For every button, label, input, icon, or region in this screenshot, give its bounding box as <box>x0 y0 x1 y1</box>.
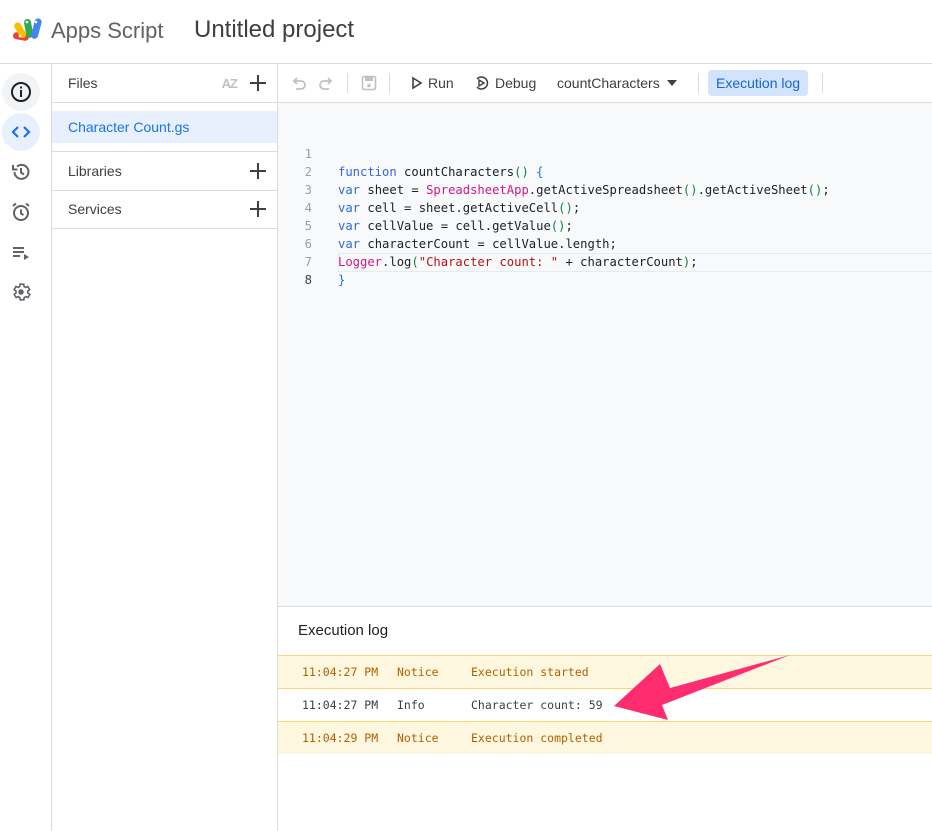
log-row: 11:04:27 PM Notice Execution started <box>278 656 932 688</box>
code-editor[interactable]: 1 function countCharacters() { 2 var she… <box>278 103 932 607</box>
undo-icon <box>292 77 306 90</box>
save-icon <box>361 75 377 91</box>
apps-script-logo-icon <box>12 18 42 41</box>
rail-triggers-button[interactable] <box>2 193 40 231</box>
debug-label: Debug <box>495 75 537 91</box>
rail-editor-button[interactable] <box>2 113 40 151</box>
playlist-play-icon <box>13 247 29 260</box>
redo-icon <box>319 77 333 90</box>
function-select-value: countCharacters <box>557 75 660 91</box>
execution-log-title: Execution log <box>298 622 389 639</box>
run-button[interactable]: Run <box>411 64 454 102</box>
save-button[interactable] <box>360 64 378 102</box>
execution-log-button[interactable]: Execution log <box>708 70 809 96</box>
code-line: 5 var characterCount = cellValue.length; <box>278 199 932 251</box>
log-message: Character count: 59 <box>471 698 603 712</box>
rail-overview-button[interactable] <box>2 73 40 111</box>
redo-button[interactable] <box>317 64 335 102</box>
line-number: 8 <box>304 273 312 287</box>
execution-log-panel: Execution log 11:04:27 PM Notice Executi… <box>278 607 932 831</box>
files-label: Files <box>68 75 98 91</box>
rail-executions-button[interactable] <box>2 233 40 271</box>
function-select[interactable]: countCharacters <box>557 64 678 102</box>
code-line: 4 var cellValue = cell.getValue(); <box>278 181 932 233</box>
code-line: 6 Logger.log("Character count: " + chara… <box>278 217 932 269</box>
toolbar-divider <box>698 73 699 93</box>
project-title[interactable]: Untitled project <box>194 16 354 44</box>
undo-button[interactable] <box>290 64 308 102</box>
services-label: Services <box>68 201 122 217</box>
code-line: 1 function countCharacters() { <box>278 127 932 179</box>
services-row: Services <box>52 190 277 229</box>
log-row: 11:04:29 PM Notice Execution completed <box>278 722 932 754</box>
log-message: Execution started <box>471 665 589 679</box>
history-icon <box>12 163 30 180</box>
plus-icon <box>250 75 266 91</box>
log-time: 11:04:27 PM <box>302 665 379 679</box>
toolbar-divider <box>389 73 390 93</box>
files-panel: Files AZ Character Count.gs Libraries Se… <box>52 64 278 831</box>
rail-history-button[interactable] <box>2 153 40 191</box>
code-line: 3 var cell = sheet.getActiveCell(); <box>278 163 932 215</box>
file-name: Character Count.gs <box>68 119 190 135</box>
libraries-label: Libraries <box>68 163 122 179</box>
editor-toolbar: Run Debug countCharacters Execution log <box>278 64 932 103</box>
file-item-character-count[interactable]: Character Count.gs <box>52 111 277 143</box>
app-name: Apps Script <box>51 18 164 43</box>
plus-icon <box>250 201 266 217</box>
log-level: Notice <box>397 665 439 679</box>
log-message: Execution completed <box>471 731 603 745</box>
run-label: Run <box>428 75 454 91</box>
dropdown-arrow-icon <box>666 80 677 86</box>
code-line: 2 var sheet = SpreadsheetApp.getActiveSp… <box>278 145 932 197</box>
libraries-row: Libraries <box>52 151 277 191</box>
toolbar-divider <box>822 73 823 93</box>
log-time: 11:04:27 PM <box>302 698 379 712</box>
left-nav-rail <box>0 64 52 831</box>
sort-az-icon[interactable]: AZ <box>222 76 238 91</box>
rail-settings-button[interactable] <box>2 273 40 311</box>
add-service-button[interactable] <box>247 198 269 220</box>
top-bar: Apps Script Untitled project <box>0 0 932 64</box>
code-line: 8 <box>278 253 932 287</box>
log-row: 11:04:27 PM Info Character count: 59 <box>278 689 932 721</box>
code-icon <box>11 126 31 138</box>
alarm-icon <box>12 202 30 221</box>
gear-icon <box>13 283 31 301</box>
plus-icon <box>250 163 266 179</box>
code-line: 7 } <box>278 235 932 287</box>
log-time: 11:04:29 PM <box>302 731 379 745</box>
log-level: Info <box>397 698 425 712</box>
add-library-button[interactable] <box>247 160 269 182</box>
debug-button[interactable]: Debug <box>474 64 536 102</box>
add-file-button[interactable] <box>247 72 269 94</box>
files-header: Files AZ <box>52 64 277 103</box>
info-icon <box>11 82 31 102</box>
log-level: Notice <box>397 731 439 745</box>
toolbar-divider <box>347 73 348 93</box>
play-icon <box>412 76 423 90</box>
debug-icon <box>476 76 489 90</box>
